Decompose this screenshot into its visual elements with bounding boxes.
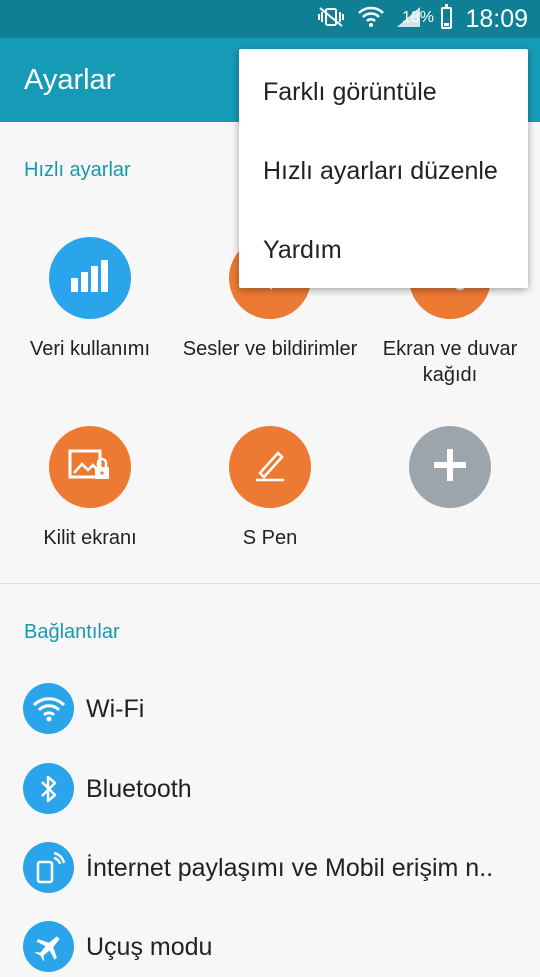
wifi-icon — [358, 6, 384, 33]
clock: 18:09 — [465, 5, 528, 33]
battery-percent: 18% — [401, 9, 434, 26]
quick-item-add[interactable] — [360, 426, 540, 525]
setting-row-wifi[interactable]: Wi-Fi — [0, 679, 540, 739]
quick-item-label: Kilit ekranı — [43, 527, 137, 549]
wifi-icon — [23, 683, 74, 734]
setting-row-bluetooth[interactable]: Bluetooth — [0, 759, 540, 819]
quick-item-label: Sesler ve bildirimler — [182, 338, 358, 360]
quick-item-data-usage[interactable]: Veri kullanımı — [0, 237, 180, 362]
connections-header: Bağlantılar — [24, 621, 120, 643]
quick-item-s-pen[interactable]: S Pen — [180, 426, 360, 551]
menu-item-view-as[interactable]: Farklı görüntüle — [263, 78, 437, 107]
quick-item-circle — [49, 426, 131, 508]
status-bar: 18% 18:09 — [0, 0, 540, 38]
quick-item-lock-screen[interactable]: Kilit ekranı — [0, 426, 180, 551]
quick-item-circle — [229, 426, 311, 508]
battery-fill — [444, 23, 449, 26]
pen-icon — [250, 447, 290, 488]
data-usage-icon — [68, 258, 112, 299]
setting-row-airplane[interactable]: Uçuş modu — [0, 917, 540, 977]
setting-label: Uçuş modu — [86, 933, 213, 961]
tethering-icon — [23, 842, 74, 893]
quick-item-label: Ekran ve duvar kağıdı — [382, 338, 518, 386]
page-title: Ayarlar — [24, 64, 116, 96]
add-icon — [430, 445, 470, 490]
overflow-menu: Farklı görüntüle Hızlı ayarları düzenle … — [239, 49, 528, 288]
battery-icon — [441, 4, 452, 29]
quick-item-label: Veri kullanımı — [29, 338, 151, 360]
menu-item-edit-quick-settings[interactable]: Hızlı ayarları düzenle — [263, 157, 498, 186]
lock-screen-icon — [66, 445, 114, 490]
setting-label: İnternet paylaşımı ve Mobil erişim n.. — [86, 854, 494, 882]
quick-settings-header: Hızlı ayarlar — [24, 159, 131, 181]
setting-label: Bluetooth — [86, 775, 192, 803]
setting-row-tethering[interactable]: İnternet paylaşımı ve Mobil erişim n.. — [0, 838, 540, 898]
section-divider — [0, 583, 540, 584]
quick-item-circle — [49, 237, 131, 319]
silent-vibrate-icon — [316, 6, 346, 33]
quick-item-label: S Pen — [242, 527, 298, 549]
setting-label: Wi-Fi — [86, 695, 145, 723]
airplane-icon — [23, 921, 74, 972]
menu-item-help[interactable]: Yardım — [263, 236, 342, 265]
quick-item-circle — [409, 426, 491, 508]
bluetooth-icon — [23, 763, 74, 814]
